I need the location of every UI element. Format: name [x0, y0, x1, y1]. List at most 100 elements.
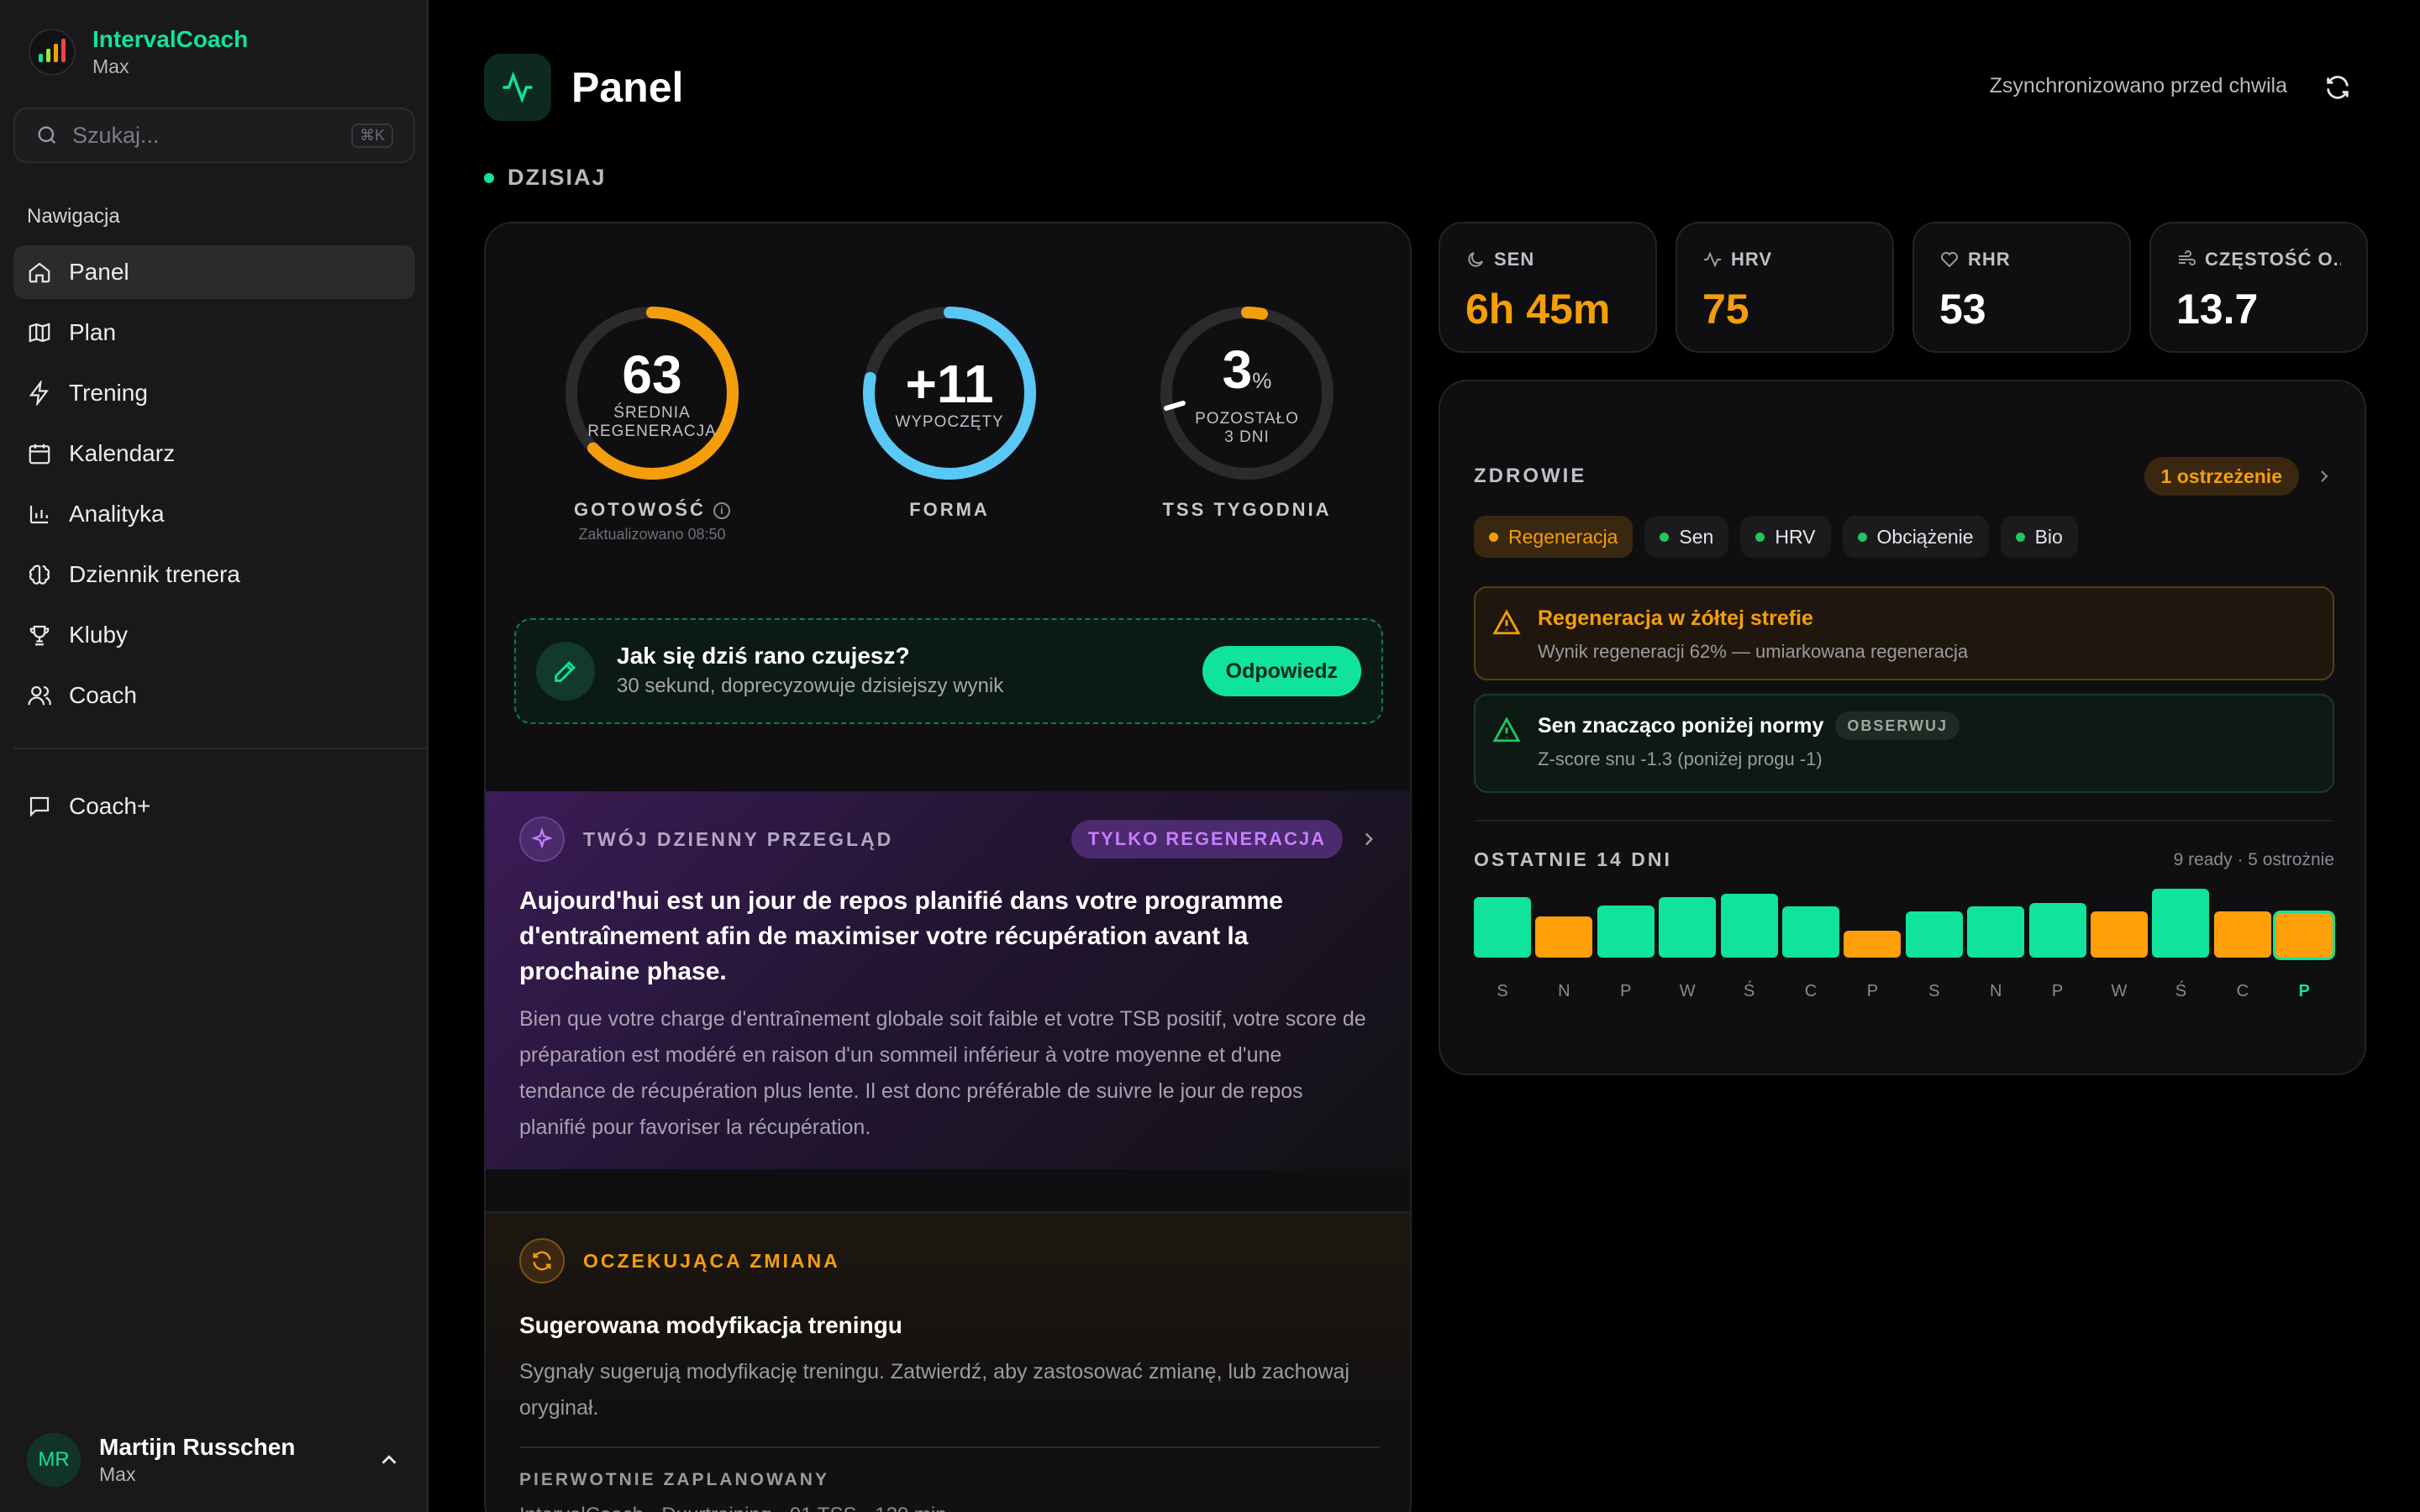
sidebar: IntervalCoach Max Szukaj... ⌘K Nawigacja…: [0, 0, 429, 1512]
wind-icon: [2179, 250, 2196, 265]
sidebar-item-coach-plus: Coach+: [13, 780, 415, 840]
metric-sleep[interactable]: SEN 6h 45m: [1439, 222, 1657, 353]
nav-title: Nawigacja: [27, 205, 120, 228]
sidebar-item-panel[interactable]: Panel: [13, 245, 415, 299]
day-bar[interactable]: [1967, 906, 2025, 958]
metric-value: 53: [1939, 286, 1986, 333]
readiness-value: 63: [622, 344, 682, 405]
bar-chart-icon: [29, 506, 48, 524]
info-icon[interactable]: i: [713, 502, 730, 520]
metric-respiration[interactable]: CZĘSTOŚĆ O... 13.7: [2149, 222, 2368, 353]
day-label: P: [2051, 982, 2064, 1000]
pending-divider: [519, 1446, 1380, 1448]
pencil-icon: [536, 642, 595, 701]
checkin-subtitle: 30 sekund, doprecyzowuje dzisiejszy wyni…: [617, 675, 1004, 697]
day-bar[interactable]: [1782, 906, 1839, 958]
map-icon: [29, 323, 50, 343]
brand[interactable]: IntervalCoach Max: [29, 25, 248, 79]
day-bar[interactable]: [2213, 911, 2271, 958]
search-input[interactable]: Szukaj... ⌘K: [13, 108, 415, 163]
chip-sen[interactable]: Sen: [1644, 516, 1729, 558]
pending-change: OCZEKUJĄCA ZMIANA Sugerowana modyfikacja…: [486, 1211, 1410, 1512]
sidebar-item-label: Kluby: [69, 622, 129, 648]
avatar: MR: [27, 1433, 81, 1487]
sync-status: Zsynchronizowano przed chwila: [1989, 74, 2287, 97]
brand-name: IntervalCoach: [92, 26, 249, 52]
chevron-right-icon[interactable]: [1358, 828, 1380, 850]
sidebar-item-kalendarz[interactable]: Kalendarz: [13, 427, 415, 480]
review-body: Bien que votre charge d'entraînement glo…: [519, 1007, 1366, 1139]
tss-ring[interactable]: 3% POZOSTAŁO 3 DNI TSS TYGODNIA: [1155, 301, 1339, 521]
chip-regeneracja[interactable]: Regeneracja: [1474, 516, 1634, 558]
daily-review[interactable]: TWÓJ DZIENNY PRZEGLĄD TYLKO REGENERACJA …: [486, 791, 1410, 1169]
sidebar-item-label: Plan: [69, 319, 117, 345]
chip-hrv[interactable]: HRV: [1740, 516, 1831, 558]
day-bar[interactable]: [2152, 889, 2210, 958]
today-dot: [484, 172, 494, 183]
answer-button[interactable]: Odpowiedz: [1202, 646, 1361, 696]
brand-subtitle: Max: [92, 55, 129, 77]
user-menu[interactable]: MR Martijn Russchen Max: [27, 1433, 402, 1487]
day-bar[interactable]: [2091, 911, 2148, 958]
coach-plus-link[interactable]: Coach+: [13, 780, 415, 833]
health-filter-chips: Regeneracja Sen HRV Obciążenie Bio: [1474, 516, 2078, 558]
today-heading: DZISIAJ: [484, 165, 607, 191]
day-bar[interactable]: [1720, 894, 1778, 958]
readiness-ring[interactable]: 63 ŚREDNIA REGENERACJA GOTOWOŚĆ i Zaktua…: [560, 301, 744, 543]
trophy-icon: [29, 625, 50, 646]
form-center: +11 WYPOCZĘTY: [857, 301, 1042, 486]
day-bar[interactable]: [1844, 931, 1902, 958]
sidebar-item-analityka[interactable]: Analityka: [13, 487, 415, 541]
sidebar-item-label: Dziennik trenera: [69, 561, 240, 587]
day-label: P: [1866, 982, 1879, 1000]
sidebar-nav: Panel Plan Trening Kalendarz Analityka D…: [13, 245, 415, 729]
sidebar-divider: [13, 748, 429, 749]
tss-sub1: POZOSTAŁO: [1195, 409, 1299, 428]
day-bar[interactable]: [2275, 913, 2333, 958]
health-card: ZDROWIE 1 ostrzeżenie Regeneracja Sen HR…: [1439, 380, 2366, 1075]
chevron-right-icon[interactable]: [2314, 466, 2334, 486]
day-bar[interactable]: [1535, 916, 1593, 958]
day-label: S: [1497, 982, 1508, 1000]
review-tag: TYLKO REGENERACJA: [1071, 820, 1343, 858]
alert-sleep-below-norm[interactable]: Sen znacząco poniżej normy OBSERWUJ Z-sco…: [1474, 694, 2334, 793]
day-bar[interactable]: [1905, 911, 1963, 958]
sidebar-item-plan[interactable]: Plan: [13, 306, 415, 360]
readiness-sub2: REGENERACJA: [587, 423, 717, 440]
chevron-up-icon[interactable]: [376, 1447, 402, 1473]
chip-obciazenie[interactable]: Obciążenie: [1842, 516, 1989, 558]
review-label: TWÓJ DZIENNY PRZEGLĄD: [583, 827, 894, 850]
day-label: W: [2111, 982, 2128, 1000]
tss-label: TSS TYGODNIA: [1162, 499, 1332, 520]
refresh-button[interactable]: [2319, 69, 2356, 106]
day-label: P: [2298, 982, 2310, 1000]
sidebar-item-dziennik[interactable]: Dziennik trenera: [13, 548, 415, 601]
pending-body: Sygnały sugerują modyfikację treningu. Z…: [519, 1360, 1349, 1420]
user-plan: Max: [99, 1463, 136, 1485]
day-label: Ś: [2175, 982, 2187, 1000]
day-bar[interactable]: [2028, 903, 2086, 958]
sidebar-item-coach[interactable]: Coach: [13, 669, 415, 722]
brain-icon: [29, 564, 50, 585]
health-divider: [1474, 820, 2334, 822]
bolt-icon: [29, 381, 49, 406]
metric-rhr[interactable]: RHR 53: [1912, 222, 2131, 353]
refresh-icon: [2327, 76, 2349, 99]
sidebar-item-label: Panel: [69, 259, 129, 285]
form-ring[interactable]: +11 WYPOCZĘTY FORMA: [857, 301, 1042, 521]
day-bar[interactable]: [1474, 897, 1531, 958]
chip-bio[interactable]: Bio: [2000, 516, 2078, 558]
alert-recovery-yellow[interactable]: Regeneracja w żółtej strefie Wynik regen…: [1474, 586, 2334, 680]
sidebar-item-label: Coach+: [69, 793, 151, 819]
users-icon: [28, 685, 51, 706]
tss-sub2: 3 DNI: [1224, 428, 1270, 446]
day-bar[interactable]: [1659, 897, 1717, 958]
sidebar-item-trening[interactable]: Trening: [13, 366, 415, 420]
sidebar-item-label: Analityka: [69, 501, 165, 527]
readiness-sub1: ŚREDNIA: [613, 404, 691, 422]
alert-subtitle: Z-score snu -1.3 (poniżej progu -1): [1538, 748, 1823, 769]
sidebar-item-kluby[interactable]: Kluby: [13, 608, 415, 662]
warning-count-badge[interactable]: 1 ostrzeżenie: [2144, 457, 2299, 496]
metric-hrv[interactable]: HRV 75: [1676, 222, 1894, 353]
day-bar[interactable]: [1597, 906, 1655, 958]
